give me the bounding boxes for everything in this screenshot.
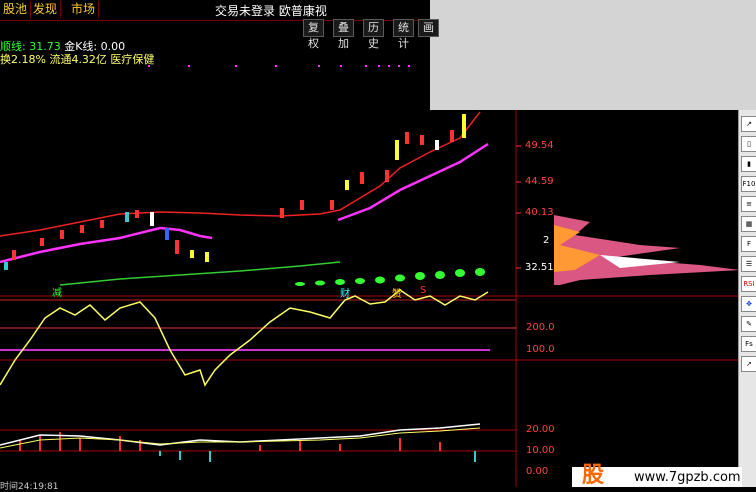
tool-sidebar: ↗ ▯ ▮ F10 ≡ ▦ F ☰ RSI ✥ ✎ Fs ➚ (738, 110, 756, 487)
ma-red-line (0, 111, 481, 237)
marker-reduce: 减 (52, 288, 62, 299)
fin2-icon[interactable]: F (741, 236, 756, 252)
doc-icon[interactable]: ≡ (741, 196, 756, 212)
macd-dea-line (0, 427, 481, 449)
bar-icon[interactable]: ▮ (741, 156, 756, 172)
price-ticks (516, 145, 521, 269)
candle-icon[interactable]: ▯ (741, 136, 756, 152)
macd-axis-label: 0.00 (526, 466, 549, 477)
grid-icon[interactable]: ▦ (741, 216, 756, 232)
cursor-icon[interactable]: ➚ (741, 356, 756, 372)
signal-dots (295, 268, 485, 286)
marker-finance: 财 (340, 289, 350, 300)
dot-row (148, 65, 410, 67)
list-icon[interactable]: ☰ (741, 256, 756, 272)
oscillator-line (0, 289, 489, 387)
price-label: 32.51 (525, 262, 554, 273)
watermark-logo-text: 股 (582, 463, 605, 488)
move-icon[interactable]: ✥ (741, 296, 756, 312)
rsi-icon[interactable]: RSI (741, 276, 756, 292)
macd-axis-label: 20.00 (526, 424, 555, 435)
indicator-axis-label: 200.0 (526, 322, 555, 333)
price-label: 44.59 (525, 176, 554, 187)
price-label: 2 (543, 235, 550, 246)
site-watermark: 股 www.7gpzb.com (572, 463, 742, 488)
chip-distribution (554, 215, 738, 285)
marker-s: S (420, 285, 427, 296)
price-label: 49.54 (525, 140, 554, 151)
pen-icon[interactable]: ✎ (741, 316, 756, 332)
fs-icon[interactable]: Fs (741, 336, 756, 352)
indicator-axis-label: 100.0 (526, 344, 555, 355)
marker-praise: 赞 (392, 289, 402, 300)
fin-icon[interactable]: F10 (741, 176, 756, 192)
price-label: 40.13 (525, 207, 554, 218)
watermark-url: www.7gpzb.com (634, 470, 741, 485)
ma-magenta-line (0, 226, 213, 264)
ma-green-line (59, 261, 341, 286)
macd-axis-label: 10.00 (526, 445, 555, 456)
status-text: 时间24:19:81 (0, 482, 59, 492)
chart-line-icon[interactable]: ↗ (741, 116, 756, 132)
chart-canvas (0, 65, 738, 487)
